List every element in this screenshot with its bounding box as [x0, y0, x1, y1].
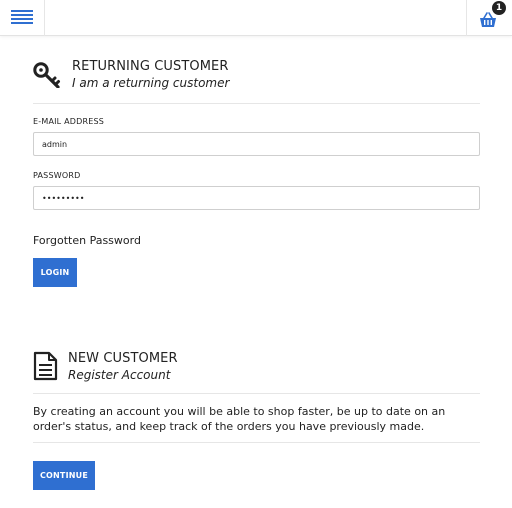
top-header: 1: [0, 0, 512, 36]
returning-customer-subtitle: I am a returning customer: [72, 76, 230, 90]
email-label: E-MAIL ADDRESS: [33, 117, 105, 126]
document-icon: [33, 351, 58, 381]
menu-button[interactable]: [0, 0, 45, 36]
forgotten-password-link[interactable]: Forgotten Password: [33, 234, 141, 247]
new-customer-description: By creating an account you will be able …: [33, 405, 446, 433]
login-content: RETURNING CUSTOMER I am a returning cust…: [33, 36, 480, 490]
shopping-basket-icon: [479, 12, 496, 27]
password-field[interactable]: [33, 186, 480, 210]
continue-button[interactable]: CONTINUE: [33, 461, 95, 490]
new-customer-subtitle: Register Account: [68, 368, 171, 382]
hamburger-menu-icon: [11, 10, 33, 24]
returning-customer-header: RETURNING CUSTOMER I am a returning cust…: [33, 59, 480, 91]
password-label: PASSWORD: [33, 171, 81, 180]
email-field[interactable]: [33, 132, 480, 156]
cart-count-badge: 1: [492, 1, 506, 15]
login-button[interactable]: LOGIN: [33, 258, 77, 287]
new-customer-header: NEW CUSTOMER Register Account: [33, 351, 480, 383]
key-icon: [33, 62, 60, 88]
new-customer-title: NEW CUSTOMER: [68, 351, 178, 366]
returning-customer-title: RETURNING CUSTOMER: [72, 59, 229, 74]
divider: [33, 103, 480, 104]
divider: [33, 393, 480, 394]
divider: [33, 442, 480, 443]
cart-button[interactable]: 1: [466, 0, 512, 36]
